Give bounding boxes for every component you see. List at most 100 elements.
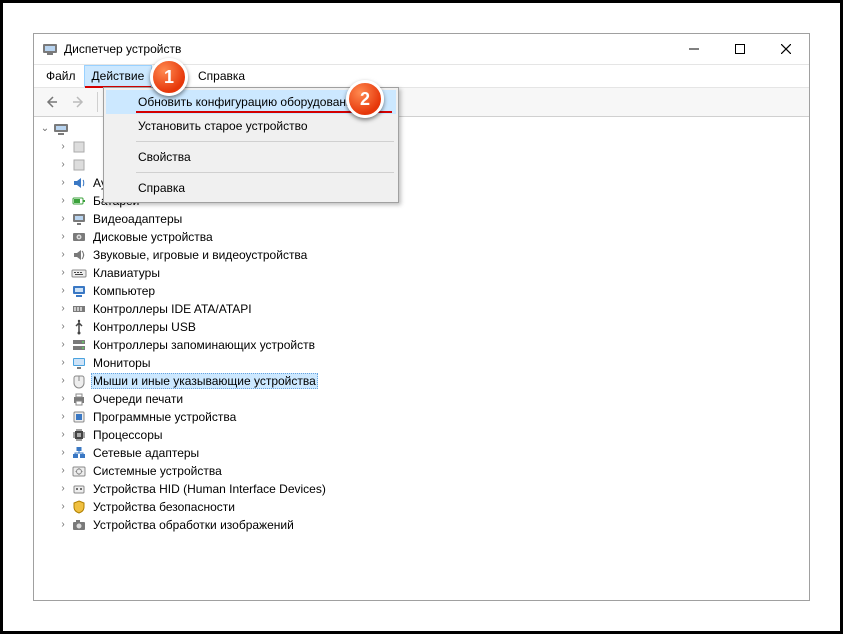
tree-category[interactable]: › Системные устройства [54,462,809,480]
tree-category-label: Сетевые адаптеры [91,446,201,460]
expand-icon[interactable]: › [56,266,70,280]
computer-icon [71,283,87,299]
tree-category-label: Программные устройства [91,410,238,424]
mouse-icon [71,373,87,389]
tree-category-label: Очереди печати [91,392,185,406]
tree-category-label: Контроллеры запоминающих устройств [91,338,317,352]
tree-category[interactable]: › Компьютер [54,282,809,300]
tree-category[interactable]: › Мониторы [54,354,809,372]
menu-properties[interactable]: Свойства [106,145,396,169]
expand-icon[interactable]: › [56,374,70,388]
expand-icon[interactable]: › [56,428,70,442]
system-icon [71,463,87,479]
keyboard-icon [71,265,87,281]
app-icon [42,41,58,57]
toolbar-separator [97,92,98,112]
tree-category[interactable]: › Очереди печати [54,390,809,408]
tree-category[interactable]: › Устройства безопасности [54,498,809,516]
expand-icon[interactable]: › [56,482,70,496]
battery-icon [71,193,87,209]
tree-category-label: Мониторы [91,356,152,370]
menu-add-legacy[interactable]: Установить старое устройство [106,114,396,138]
menu-separator [136,141,394,142]
audio-icon [71,175,87,191]
tree-category[interactable]: › Клавиатуры [54,264,809,282]
tree-category-label: Устройства обработки изображений [91,518,296,532]
expand-icon[interactable]: › [56,446,70,460]
printer-icon [71,391,87,407]
network-icon [71,445,87,461]
tree-category[interactable]: › Устройства HID (Human Interface Devices… [54,480,809,498]
disk-icon [71,229,87,245]
expand-icon[interactable]: › [56,284,70,298]
display-adapter-icon [71,211,87,227]
close-button[interactable] [763,34,809,64]
tree-category-label: Звуковые, игровые и видеоустройства [91,248,309,262]
tree-category[interactable]: › Мыши и иные указывающие устройства [54,372,809,390]
tree-category[interactable]: › Контроллеры запоминающих устройств [54,336,809,354]
expand-icon[interactable]: › [56,464,70,478]
ide-controller-icon [71,301,87,317]
tree-category-label: Системные устройства [91,464,224,478]
menu-help[interactable]: Справка [190,65,253,87]
expand-icon[interactable]: › [56,392,70,406]
software-device-icon [71,409,87,425]
expand-icon[interactable]: › [56,356,70,370]
menu-help[interactable]: Справка [106,176,396,200]
expand-icon[interactable]: › [56,194,70,208]
expand-icon[interactable]: › [56,500,70,514]
tree-category-label: Процессоры [91,428,165,442]
unknown-icon [71,157,87,173]
tree-category-label: Устройства HID (Human Interface Devices) [91,482,328,496]
tree-category[interactable]: › Звуковые, игровые и видеоустройства [54,246,809,264]
expand-icon[interactable]: › [56,410,70,424]
tree-category[interactable]: › Устройства обработки изображений [54,516,809,534]
annotation-badge-1: 1 [150,58,188,96]
tree-category[interactable]: › Программные устройства [54,408,809,426]
tree-category-label: Компьютер [91,284,157,298]
tree-category-label: Дисковые устройства [91,230,215,244]
expand-icon[interactable]: › [56,158,70,172]
tree-category-label: Контроллеры USB [91,320,198,334]
hid-icon [71,481,87,497]
expand-icon[interactable]: › [56,518,70,532]
expand-icon[interactable]: › [56,212,70,226]
window-title: Диспетчер устройств [64,42,181,56]
tree-category[interactable]: › Контроллеры IDE ATA/ATAPI [54,300,809,318]
tree-category[interactable]: › Процессоры [54,426,809,444]
titlebar: Диспетчер устройств [34,34,809,65]
cpu-icon [71,427,87,443]
menu-file[interactable]: Файл [38,65,84,87]
expand-icon[interactable]: › [56,140,70,154]
expand-icon[interactable]: › [56,230,70,244]
nav-back-button[interactable] [38,89,64,115]
expand-icon[interactable]: › [56,176,70,190]
nav-forward-button[interactable] [66,89,92,115]
monitor-icon [71,355,87,371]
tree-category-label: Мыши и иные указывающие устройства [91,373,318,389]
expand-icon[interactable]: › [56,338,70,352]
usb-icon [71,319,87,335]
menu-action[interactable]: Действие [84,65,153,87]
tree-category-label: Клавиатуры [91,266,162,280]
minimize-button[interactable] [671,34,717,64]
expand-icon[interactable]: › [56,320,70,334]
computer-icon [53,121,69,137]
expand-icon[interactable]: › [56,248,70,262]
annotation-badge-2: 2 [346,80,384,118]
tree-category[interactable]: ›Видеоадаптеры [54,210,809,228]
maximize-button[interactable] [717,34,763,64]
storage-controller-icon [71,337,87,353]
expand-icon[interactable]: › [56,302,70,316]
unknown-icon [71,139,87,155]
collapse-icon[interactable]: ⌄ [38,122,52,136]
tree-category[interactable]: › Сетевые адаптеры [54,444,809,462]
tree-category-label: Устройства безопасности [91,500,237,514]
menu-separator [136,172,394,173]
sound-icon [71,247,87,263]
security-icon [71,499,87,515]
tree-category-label: Контроллеры IDE ATA/ATAPI [91,302,254,316]
tree-category[interactable]: › Дисковые устройства [54,228,809,246]
tree-category[interactable]: › Контроллеры USB [54,318,809,336]
imaging-icon [71,517,87,533]
